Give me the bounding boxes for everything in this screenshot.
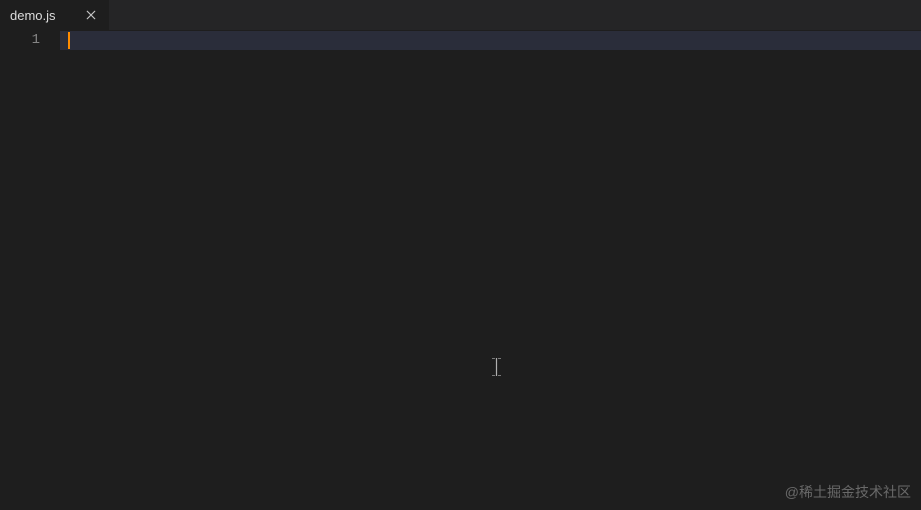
editor-area: 1 — [0, 30, 921, 510]
tab-close-button[interactable] — [83, 7, 99, 23]
tab-demo-js[interactable]: demo.js — [0, 0, 110, 30]
gutter: 1 — [0, 30, 60, 510]
text-cursor — [68, 32, 70, 49]
code-area[interactable] — [60, 30, 921, 510]
tab-label: demo.js — [10, 8, 75, 23]
line-number: 1 — [0, 31, 60, 50]
tab-bar: demo.js — [0, 0, 921, 30]
current-line-highlight — [60, 31, 921, 50]
close-icon — [85, 9, 97, 21]
